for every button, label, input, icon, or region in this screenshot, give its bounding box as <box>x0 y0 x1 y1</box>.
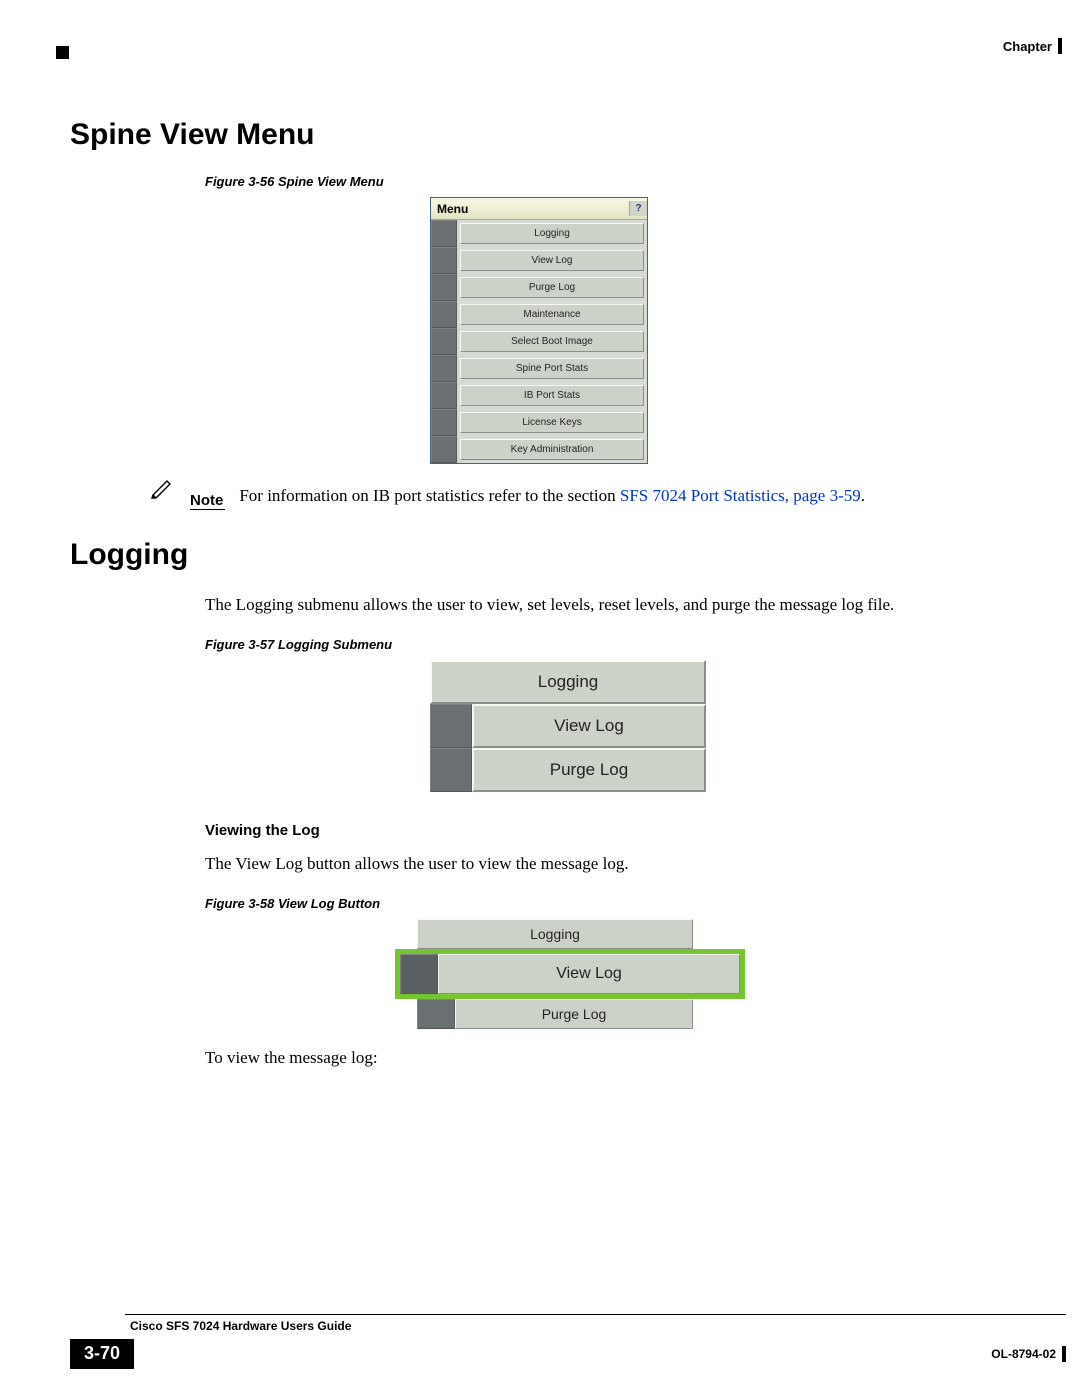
note-text: For information on IB port statistics re… <box>239 484 865 508</box>
menu-item-license-keys[interactable]: License Keys <box>460 412 644 433</box>
pencil-icon <box>150 476 174 500</box>
figure-caption-57: Figure 3-57 Logging Submenu <box>205 637 1060 652</box>
header-chapter: Chapter <box>1003 38 1062 54</box>
figure-58-view-log: Logging View Log Purge Log <box>395 919 745 1029</box>
fig58-highlight: View Log <box>395 949 745 999</box>
menu-item-maintenance[interactable]: Maintenance <box>460 304 644 325</box>
footer-guide: Cisco SFS 7024 Hardware Users Guide <box>130 1315 1066 1333</box>
heading-spine-view-menu: Spine View Menu <box>70 118 1060 152</box>
submenu-purge-log[interactable]: Purge Log <box>472 748 706 792</box>
menu-item-key-admin[interactable]: Key Administration <box>460 439 644 460</box>
figure-caption-56: Figure 3-56 Spine View Menu <box>205 174 1060 189</box>
chapter-label: Chapter <box>1003 39 1052 54</box>
figure-57-submenu: Logging View Log Purge Log <box>430 660 706 792</box>
page-number: 3-70 <box>70 1339 134 1369</box>
menu-item-view-log[interactable]: View Log <box>460 250 644 271</box>
fig58-view-log[interactable]: View Log <box>438 954 740 994</box>
menu-item-purge-log[interactable]: Purge Log <box>460 277 644 298</box>
menu-item-ib-port-stats[interactable]: IB Port Stats <box>460 385 644 406</box>
logging-intro: The Logging submenu allows the user to v… <box>205 594 1060 617</box>
menu-item-logging[interactable]: Logging <box>460 223 644 244</box>
heading-logging: Logging <box>70 538 1060 572</box>
figure-56-menu: Menu ? Logging View Log Purge Log Mainte… <box>430 197 648 464</box>
menu-item-select-boot[interactable]: Select Boot Image <box>460 331 644 352</box>
subheading-viewing-log: Viewing the Log <box>205 822 1060 839</box>
menu-item-spine-port-stats[interactable]: Spine Port Stats <box>460 358 644 379</box>
viewing-log-text: The View Log button allows the user to v… <box>205 853 1060 876</box>
page-footer: Cisco SFS 7024 Hardware Users Guide 3-70… <box>70 1314 1066 1369</box>
trail-text: To view the message log: <box>205 1047 1060 1070</box>
menu-titlebar: Menu ? <box>431 198 647 220</box>
submenu-header[interactable]: Logging <box>430 660 706 704</box>
submenu-view-log[interactable]: View Log <box>472 704 706 748</box>
help-icon[interactable]: ? <box>629 201 647 216</box>
figure-caption-58: Figure 3-58 View Log Button <box>205 896 1060 911</box>
fig58-header[interactable]: Logging <box>417 919 693 949</box>
header-bar <box>1058 38 1062 54</box>
corner-square <box>56 46 69 59</box>
fig58-purge-log[interactable]: Purge Log <box>455 999 693 1029</box>
note-link[interactable]: SFS 7024 Port Statistics, page 3-59 <box>620 486 861 505</box>
menu-title: Menu <box>437 202 468 216</box>
note-label: Note <box>190 484 225 510</box>
doc-number: OL-8794-02 <box>991 1346 1066 1362</box>
note-block: Note For information on IB port statisti… <box>150 484 1060 510</box>
